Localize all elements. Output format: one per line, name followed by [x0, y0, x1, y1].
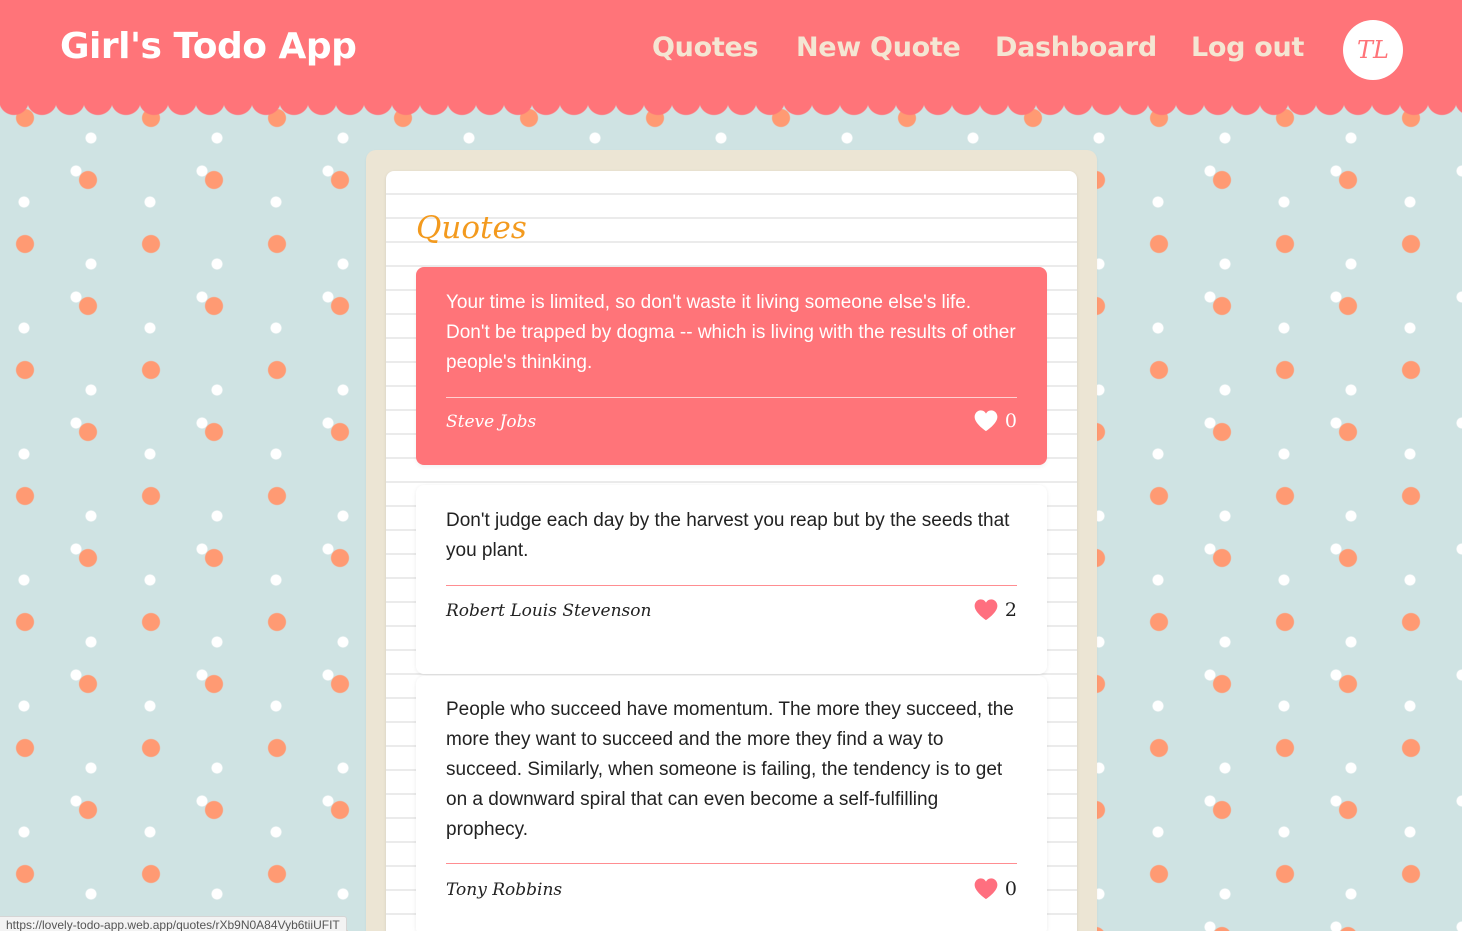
like-count: 2 [1004, 598, 1017, 621]
quote-card-steve-jobs[interactable]: Your time is limited, so don't waste it … [416, 267, 1047, 465]
quote-text: People who succeed have momentum. The mo… [446, 699, 1014, 840]
like-button[interactable]: 0 [973, 877, 1017, 900]
quote-text: Don't judge each day by the harvest you … [446, 510, 1010, 561]
like-count: 0 [1004, 877, 1017, 900]
quote-divider [446, 863, 1017, 864]
quote-text: Your time is limited, so don't waste it … [446, 292, 1016, 373]
like-count: 0 [1004, 409, 1017, 432]
nav-dashboard-link[interactable]: Dashboard [995, 32, 1157, 63]
quote-author: Steve Jobs [446, 412, 537, 432]
link-status-bar: https://lovely-todo-app.web.app/quotes/r… [0, 916, 347, 931]
header-wave-decoration [0, 100, 1462, 120]
heart-icon [974, 599, 998, 621]
brand-title[interactable]: Girl's Todo App [60, 26, 357, 67]
quote-card-robert-louis-stevenson[interactable]: Don't judge each day by the harvest you … [416, 485, 1047, 674]
nav-quotes-link[interactable]: Quotes [652, 32, 759, 63]
quote-card-tony-robbins[interactable]: People who succeed have momentum. The mo… [416, 676, 1047, 931]
nav-new-quote-link[interactable]: New Quote [796, 32, 961, 63]
heart-icon [974, 410, 998, 432]
app-header: Girl's Todo App Quotes New Quote Dashboa… [0, 0, 1462, 101]
quote-author: Tony Robbins [446, 880, 563, 900]
quote-divider [446, 397, 1017, 398]
quote-divider [446, 585, 1017, 586]
heart-icon [974, 878, 998, 900]
like-button[interactable]: 2 [973, 598, 1017, 621]
nav-logout-link[interactable]: Log out [1191, 32, 1304, 63]
user-avatar[interactable]: TL [1343, 20, 1403, 80]
page-title: Quotes [416, 210, 527, 246]
like-button[interactable]: 0 [973, 409, 1017, 432]
quote-author: Robert Louis Stevenson [446, 601, 652, 621]
